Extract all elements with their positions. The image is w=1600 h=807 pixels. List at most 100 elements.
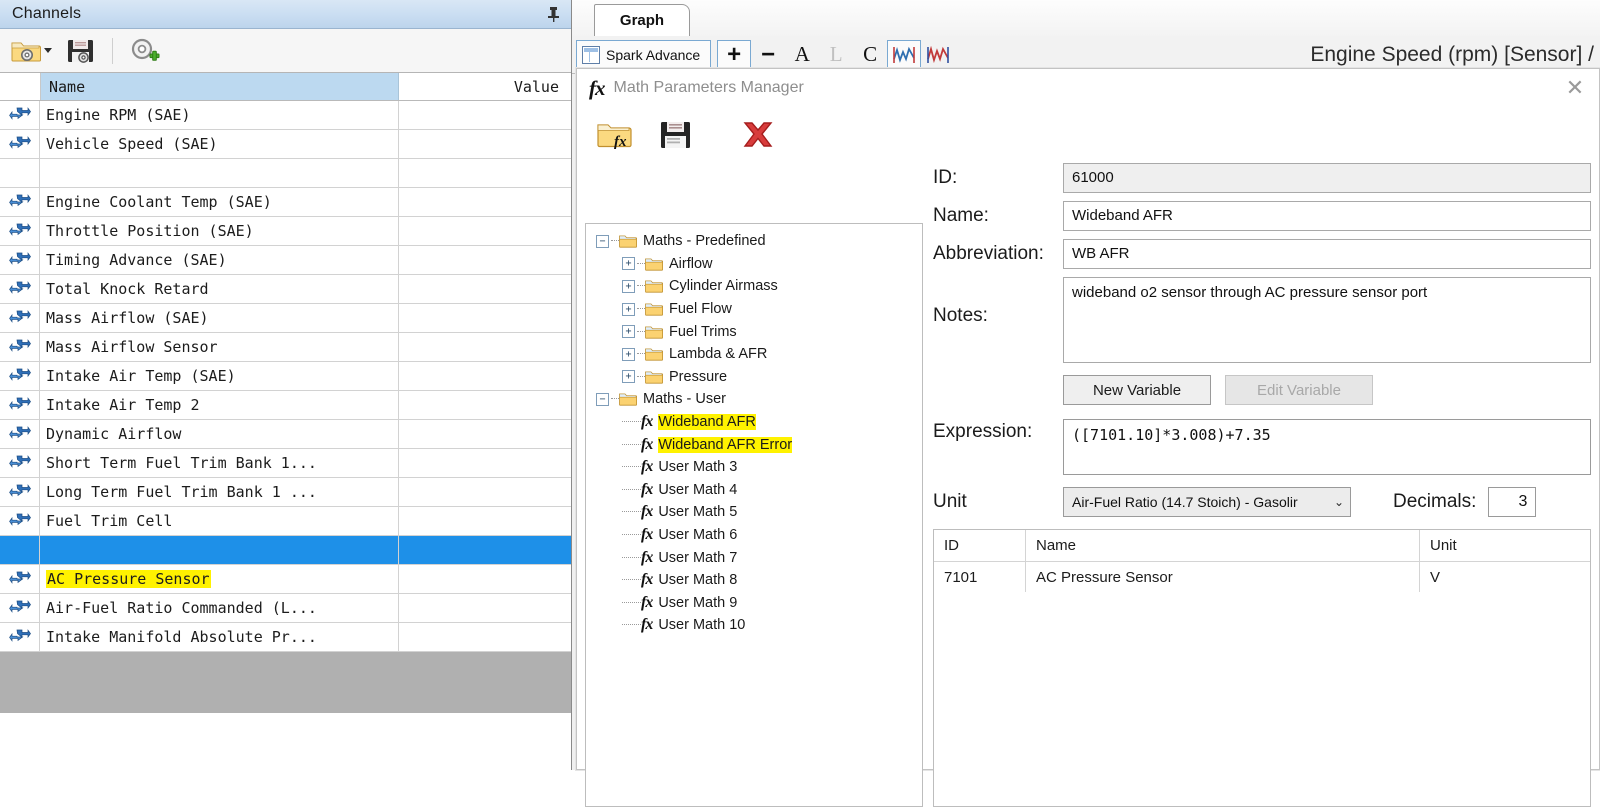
table-row[interactable]: Intake Air Temp 2 xyxy=(0,391,571,420)
table-row[interactable]: Intake Air Temp (SAE) xyxy=(0,362,571,391)
remove-trace-button[interactable]: − xyxy=(751,40,785,70)
column-header-name[interactable]: Name xyxy=(1026,530,1420,561)
abbreviation-field[interactable]: WB AFR xyxy=(1063,239,1591,269)
table-row[interactable]: 7101 AC Pressure Sensor V xyxy=(934,562,1590,592)
unit-select[interactable]: Air-Fuel Ratio (14.7 Stoich) - Gasolir ⌄ xyxy=(1063,487,1351,517)
tree-item[interactable]: fx User Math 5 xyxy=(596,501,922,524)
table-row[interactable]: Engine RPM (SAE) xyxy=(0,101,571,130)
tree-item[interactable]: fx Wideband AFR Error xyxy=(596,433,922,456)
folder-icon xyxy=(645,257,663,271)
tree-expander-plus[interactable]: + xyxy=(622,370,635,384)
table-row[interactable]: Mass Airflow Sensor xyxy=(0,333,571,362)
table-row[interactable] xyxy=(0,159,571,188)
tree-item[interactable]: fx User Math 8 xyxy=(596,569,922,592)
tree-expander-minus[interactable]: − xyxy=(596,392,609,406)
new-variable-button[interactable]: New Variable xyxy=(1063,375,1211,405)
table-row[interactable]: AC Pressure Sensor xyxy=(0,565,571,594)
add-channel-button[interactable] xyxy=(121,32,167,70)
math-tree[interactable]: − Maths - Predefined + Airflow + Cylinder Air… xyxy=(585,223,923,807)
pin-icon[interactable] xyxy=(541,2,565,26)
delete-math-button[interactable] xyxy=(731,112,785,158)
fx-icon: fx xyxy=(589,75,605,100)
row-value-cell xyxy=(399,159,571,187)
folder-icon xyxy=(645,370,663,384)
tree-item-label: Lambda & AFR xyxy=(669,346,768,363)
column-header-unit[interactable]: Unit xyxy=(1420,530,1590,561)
trace-style-button[interactable] xyxy=(887,39,922,70)
tree-item[interactable]: fx User Math 6 xyxy=(596,524,922,547)
tree-item[interactable]: + Pressure xyxy=(596,366,922,389)
tree-item[interactable]: + Cylinder Airmass xyxy=(596,275,922,298)
column-header-name[interactable]: Name xyxy=(41,73,399,100)
folder-icon xyxy=(619,234,637,248)
tree-item[interactable]: fx User Math 3 xyxy=(596,456,922,479)
notes-field[interactable]: wideband o2 sensor through AC pressure s… xyxy=(1063,277,1591,363)
add-trace-button[interactable]: + xyxy=(717,39,752,70)
trace-style-alt-button[interactable] xyxy=(921,40,955,70)
table-row[interactable]: Fuel Trim Cell xyxy=(0,507,571,536)
tree-expander-plus[interactable]: + xyxy=(622,257,635,271)
table-row[interactable]: Total Knock Retard xyxy=(0,275,571,304)
table-row[interactable]: Intake Manifold Absolute Pr... xyxy=(0,623,571,652)
tree-item[interactable]: fx User Math 7 xyxy=(596,546,922,569)
save-math-file-button[interactable] xyxy=(649,112,703,158)
tree-expander-plus[interactable]: + xyxy=(622,279,635,293)
column-header-id[interactable]: ID xyxy=(934,530,1026,561)
column-header-value[interactable]: Value xyxy=(399,73,571,100)
tree-expander-minus[interactable]: − xyxy=(596,234,609,248)
tree-connector xyxy=(622,443,641,446)
table-row[interactable]: Mass Airflow (SAE) xyxy=(0,304,571,333)
expression-field[interactable]: ([7101.10]*3.008)+7.35 xyxy=(1063,419,1591,475)
tree-expander-plus[interactable]: + xyxy=(622,325,635,339)
table-row[interactable]: Air-Fuel Ratio Commanded (L... xyxy=(0,594,571,623)
auto-scale-button[interactable]: A xyxy=(785,40,819,70)
row-value-cell xyxy=(399,594,571,622)
chevron-down-icon[interactable] xyxy=(43,48,52,53)
edit-variable-button[interactable]: Edit Variable xyxy=(1225,375,1373,405)
tab-graph[interactable]: Graph xyxy=(594,4,690,36)
table-row[interactable]: Engine Coolant Temp (SAE) xyxy=(0,188,571,217)
table-row[interactable]: Short Term Fuel Trim Bank 1... xyxy=(0,449,571,478)
id-field: 61000 xyxy=(1063,163,1591,193)
tree-item[interactable]: fx User Math 4 xyxy=(596,479,922,502)
table-row[interactable]: Dynamic Airflow xyxy=(0,420,571,449)
channel-arrow-icon xyxy=(8,397,31,413)
table-row[interactable]: Timing Advance (SAE) xyxy=(0,246,571,275)
fx-icon: fx xyxy=(641,571,653,589)
open-config-button[interactable] xyxy=(8,32,54,70)
channels-title-label: Channels xyxy=(12,5,82,22)
tree-connector xyxy=(637,285,645,287)
tree-connector xyxy=(622,488,641,491)
tree-item-label: Airflow xyxy=(669,255,713,272)
tree-item[interactable]: + Fuel Trims xyxy=(596,320,922,343)
table-row[interactable]: Long Term Fuel Trim Bank 1 ... xyxy=(0,478,571,507)
center-scale-button[interactable]: C xyxy=(853,40,887,70)
id-label: ID: xyxy=(933,167,958,188)
table-row[interactable]: Throttle Position (SAE) xyxy=(0,217,571,246)
open-math-file-button[interactable]: fx xyxy=(589,112,643,158)
row-name-cell: Engine Coolant Temp (SAE) xyxy=(40,188,399,216)
decimals-field[interactable]: 3 xyxy=(1488,487,1537,517)
name-field[interactable]: Wideband AFR xyxy=(1063,201,1591,231)
variables-table[interactable]: ID Name Unit 7101 AC Pressure Sensor V xyxy=(933,529,1591,807)
variables-table-header: ID Name Unit xyxy=(934,530,1590,562)
tree-item[interactable]: fx User Math 9 xyxy=(596,592,922,615)
tree-item[interactable]: fx Wideband AFR xyxy=(596,411,922,434)
fx-icon: fx xyxy=(641,526,653,544)
save-config-button[interactable] xyxy=(58,32,104,70)
table-row[interactable]: Vehicle Speed (SAE) xyxy=(0,130,571,159)
tree-item[interactable]: − Maths - Predefined xyxy=(596,230,922,253)
tree-item[interactable]: + Airflow xyxy=(596,253,922,276)
tree-item[interactable]: + Fuel Flow xyxy=(596,298,922,321)
tree-expander-plus[interactable]: + xyxy=(622,347,635,361)
lock-scale-button[interactable]: L xyxy=(819,40,853,70)
list-empty-area xyxy=(0,652,571,713)
close-icon[interactable]: ✕ xyxy=(1561,74,1589,102)
tree-item[interactable]: − Maths - User xyxy=(596,388,922,411)
trace-selector-spark-advance[interactable]: Spark Advance xyxy=(576,39,712,70)
table-row[interactable] xyxy=(0,536,571,565)
channels-list[interactable]: Engine RPM (SAE) Vehicle Speed (SAE) Engin… xyxy=(0,101,571,713)
tree-item[interactable]: + Lambda & AFR xyxy=(596,343,922,366)
tree-item[interactable]: fx User Math 10 xyxy=(596,614,922,637)
tree-expander-plus[interactable]: + xyxy=(622,302,635,316)
